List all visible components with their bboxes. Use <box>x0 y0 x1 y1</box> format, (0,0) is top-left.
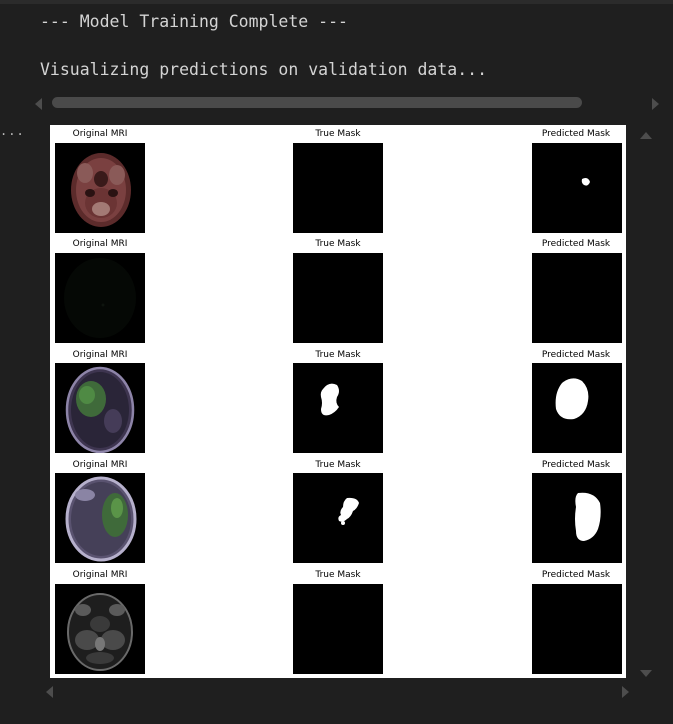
scroll-right-icon[interactable] <box>652 98 659 110</box>
predicted-mask-image <box>532 143 622 233</box>
column-title-original: Original MRI <box>72 129 128 139</box>
column-title-original: Original MRI <box>72 460 128 470</box>
column-title-true: True Mask <box>315 570 361 580</box>
scroll-down-icon[interactable] <box>640 670 652 677</box>
top-border <box>0 0 673 4</box>
predicted-mask-image <box>532 363 622 453</box>
scroll-right-bottom-icon[interactable] <box>622 686 629 698</box>
mri-image <box>55 253 145 343</box>
true-mask-image <box>293 253 383 343</box>
mri-image <box>55 584 145 674</box>
training-complete-line: --- Model Training Complete --- <box>40 12 348 31</box>
predicted-mask-image <box>532 473 622 563</box>
column-title-original: Original MRI <box>72 570 128 580</box>
mri-image <box>55 363 145 453</box>
column-title-predicted: Predicted Mask <box>541 570 611 580</box>
true-mask-image <box>293 473 383 563</box>
true-mask-image <box>293 143 383 233</box>
column-title-original: Original MRI <box>72 350 128 360</box>
column-title-predicted: Predicted Mask <box>541 350 611 360</box>
scroll-left-bottom-icon[interactable] <box>46 686 53 698</box>
column-title-true: True Mask <box>315 350 361 360</box>
true-mask-image <box>293 584 383 674</box>
column-title-predicted: Predicted Mask <box>541 239 611 249</box>
scroll-left-icon[interactable] <box>35 98 42 110</box>
predicted-mask-image <box>532 584 622 674</box>
output-menu-ellipsis[interactable]: ... <box>0 124 25 138</box>
horizontal-scrollbar[interactable] <box>52 97 582 108</box>
column-title-predicted: Predicted Mask <box>541 129 611 139</box>
prediction-figure: Original MRI True Mask Predicted Mask Or… <box>50 125 626 678</box>
visualizing-line: Visualizing predictions on validation da… <box>40 60 488 79</box>
column-title-true: True Mask <box>315 239 361 249</box>
mri-image <box>55 473 145 563</box>
column-title-predicted: Predicted Mask <box>541 460 611 470</box>
predicted-mask-image <box>532 253 622 343</box>
mri-image <box>55 143 145 233</box>
column-title-original: Original MRI <box>72 239 128 249</box>
true-mask-image <box>293 363 383 453</box>
column-title-true: True Mask <box>315 129 361 139</box>
column-title-true: True Mask <box>315 460 361 470</box>
